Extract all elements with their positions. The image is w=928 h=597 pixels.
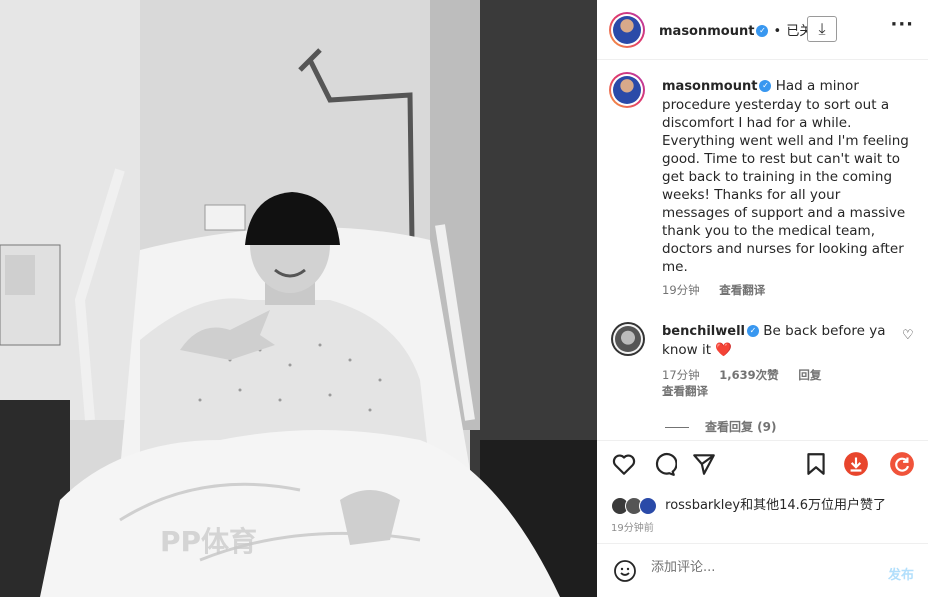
- post-photo[interactable]: [0, 0, 597, 597]
- comment-like-icon[interactable]: ♡: [902, 328, 916, 343]
- likes-text[interactable]: rossbarkley和其他14.6万位用户赞了: [665, 498, 886, 513]
- post-actions: [597, 440, 928, 490]
- comment-translate-row: 查看翻译: [662, 383, 724, 399]
- more-options-icon[interactable]: ···: [890, 14, 914, 35]
- caption-avatar[interactable]: [609, 72, 645, 108]
- verified-badge-icon: ✓: [756, 24, 769, 37]
- post-time: 19分钟前: [611, 523, 654, 534]
- add-comment-bar: 发布: [597, 543, 928, 597]
- refresh-extension-icon[interactable]: [889, 451, 915, 477]
- caption: masonmount ✓ Had a minor procedure yester…: [662, 77, 912, 276]
- caption-author[interactable]: masonmount: [662, 79, 757, 94]
- comment-input[interactable]: [651, 560, 851, 575]
- liker-avatars: [611, 496, 661, 515]
- commenter-avatar[interactable]: [611, 322, 645, 356]
- comment-likes[interactable]: 1,639次赞: [719, 368, 778, 382]
- view-replies-label[interactable]: 查看回复 (9): [705, 420, 777, 434]
- hospital-photo: [0, 0, 597, 597]
- comment-translate-link[interactable]: 查看翻译: [662, 384, 708, 398]
- watermark-logo: PP体育: [160, 525, 258, 558]
- post-side-panel: masonmount ✓ • 已关 ⤓ ··· masonmount ✓ Had a…: [597, 0, 928, 597]
- download-icon[interactable]: ⤓: [807, 16, 837, 42]
- heart-emoji: ❤️: [715, 342, 733, 358]
- likes-summary[interactable]: rossbarkley和其他14.6万位用户赞了: [611, 494, 886, 515]
- verified-badge-icon: ✓: [747, 325, 759, 337]
- author-avatar[interactable]: [609, 12, 645, 48]
- share-icon[interactable]: [691, 451, 717, 477]
- post-comment-button[interactable]: 发布: [888, 564, 914, 583]
- caption-meta: 19分钟 查看翻译: [662, 282, 781, 298]
- comment-reply-link[interactable]: 回复: [798, 368, 821, 382]
- separator: •: [773, 24, 782, 39]
- comment: benchilwell ✓ Be back before ya know it ❤…: [662, 322, 897, 359]
- comment-icon[interactable]: [651, 451, 677, 477]
- replies-divider: [665, 427, 689, 428]
- caption-translate-link[interactable]: 查看翻译: [719, 283, 765, 297]
- comment-author[interactable]: benchilwell: [662, 324, 745, 339]
- like-icon[interactable]: [611, 451, 637, 477]
- comments-scroll-area[interactable]: masonmount ✓ Had a minor procedure yester…: [597, 60, 928, 440]
- caption-text: Had a minor procedure yesterday to sort …: [662, 78, 909, 275]
- verified-badge-icon: ✓: [759, 80, 772, 92]
- save-icon[interactable]: [803, 451, 829, 477]
- author-username[interactable]: masonmount: [659, 24, 754, 39]
- emoji-icon[interactable]: [613, 559, 637, 583]
- comment-meta: 17分钟 1,639次赞 回复: [662, 367, 837, 383]
- comment-time[interactable]: 17分钟: [662, 368, 700, 382]
- download-extension-icon[interactable]: [843, 451, 869, 477]
- post-header: masonmount ✓ • 已关 ⤓ ···: [597, 0, 928, 60]
- view-replies[interactable]: 查看回复 (9): [665, 418, 777, 435]
- caption-time[interactable]: 19分钟: [662, 283, 700, 297]
